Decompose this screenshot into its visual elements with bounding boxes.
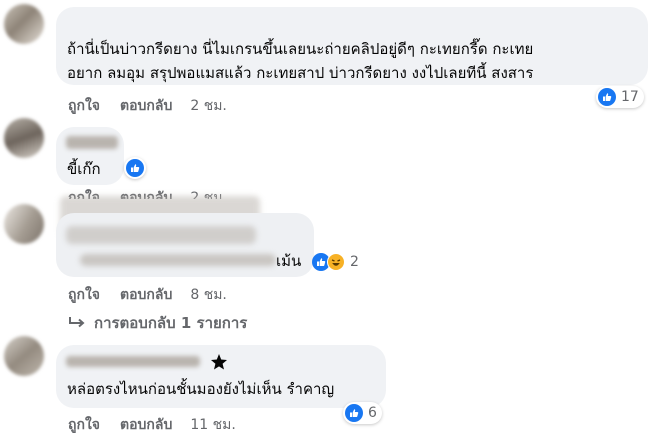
reply-button[interactable]: ตอบกลับ bbox=[120, 95, 172, 117]
commenter-name-blurred[interactable] bbox=[66, 136, 118, 149]
like-button[interactable]: ถูกใจ bbox=[68, 284, 100, 306]
reaction-count: 2 bbox=[350, 254, 359, 270]
reaction-summary[interactable]: 17 bbox=[596, 86, 644, 108]
reaction-summary[interactable] bbox=[124, 157, 146, 179]
comment-actions: ถูกใจ ตอบกลับ 11 ชม. bbox=[68, 414, 236, 436]
like-reaction-icon bbox=[345, 404, 363, 422]
commenter-name-blurred[interactable] bbox=[66, 356, 200, 367]
commenter-avatar[interactable] bbox=[4, 336, 44, 376]
commenter-avatar[interactable] bbox=[4, 4, 44, 44]
comment-timestamp[interactable]: 2 ชม. bbox=[190, 95, 227, 117]
like-reaction-icon bbox=[598, 88, 616, 106]
comment-text-blurred bbox=[66, 226, 256, 244]
comment-text-blurred bbox=[80, 254, 276, 266]
like-reaction-icon bbox=[126, 159, 144, 177]
comment-timestamp[interactable]: 11 ชม. bbox=[190, 414, 235, 436]
reaction-count: 17 bbox=[621, 89, 639, 105]
reaction-count: 6 bbox=[368, 405, 377, 421]
haha-reaction-icon bbox=[327, 253, 345, 271]
reaction-summary[interactable]: 6 bbox=[343, 402, 382, 424]
comment-text: ขี้เก๊ก bbox=[67, 160, 101, 178]
comment-text-line: ถ้านี่เป็นบ่าวกรีดยาง นี่ไมเกรนขึ้นเลยนะ… bbox=[67, 40, 534, 58]
view-replies-link[interactable]: การตอบกลับ 1 รายการ bbox=[68, 311, 247, 335]
commenter-avatar[interactable] bbox=[4, 118, 44, 158]
reply-button[interactable]: ตอบกลับ bbox=[120, 414, 172, 436]
comment-text: หล่อตรงไหนก่อนชั้นมองยังไม่เห็น รำคาญ bbox=[67, 380, 335, 398]
reply-button[interactable]: ตอบกลับ bbox=[120, 284, 172, 306]
replies-count-label[interactable]: การตอบกลับ 1 รายการ bbox=[94, 311, 247, 335]
comment-text-line: อยาก ลมอุม สรุปพอแมสแล้ว กะเทยสาป บ่าวกร… bbox=[67, 64, 534, 82]
like-button[interactable]: ถูกใจ bbox=[68, 414, 100, 436]
top-fan-star-icon bbox=[210, 353, 228, 375]
comment-actions: ถูกใจ ตอบกลับ 2 ชม. bbox=[68, 95, 227, 117]
like-button[interactable]: ถูกใจ bbox=[68, 95, 100, 117]
comment-text: เม้น bbox=[276, 252, 302, 270]
reply-arrow-icon bbox=[68, 316, 86, 330]
commenter-avatar[interactable] bbox=[4, 204, 44, 244]
reaction-summary[interactable]: 2 bbox=[310, 251, 364, 273]
comment-timestamp[interactable]: 8 ชม. bbox=[190, 284, 227, 306]
comment-actions: ถูกใจ ตอบกลับ 8 ชม. bbox=[68, 284, 227, 306]
